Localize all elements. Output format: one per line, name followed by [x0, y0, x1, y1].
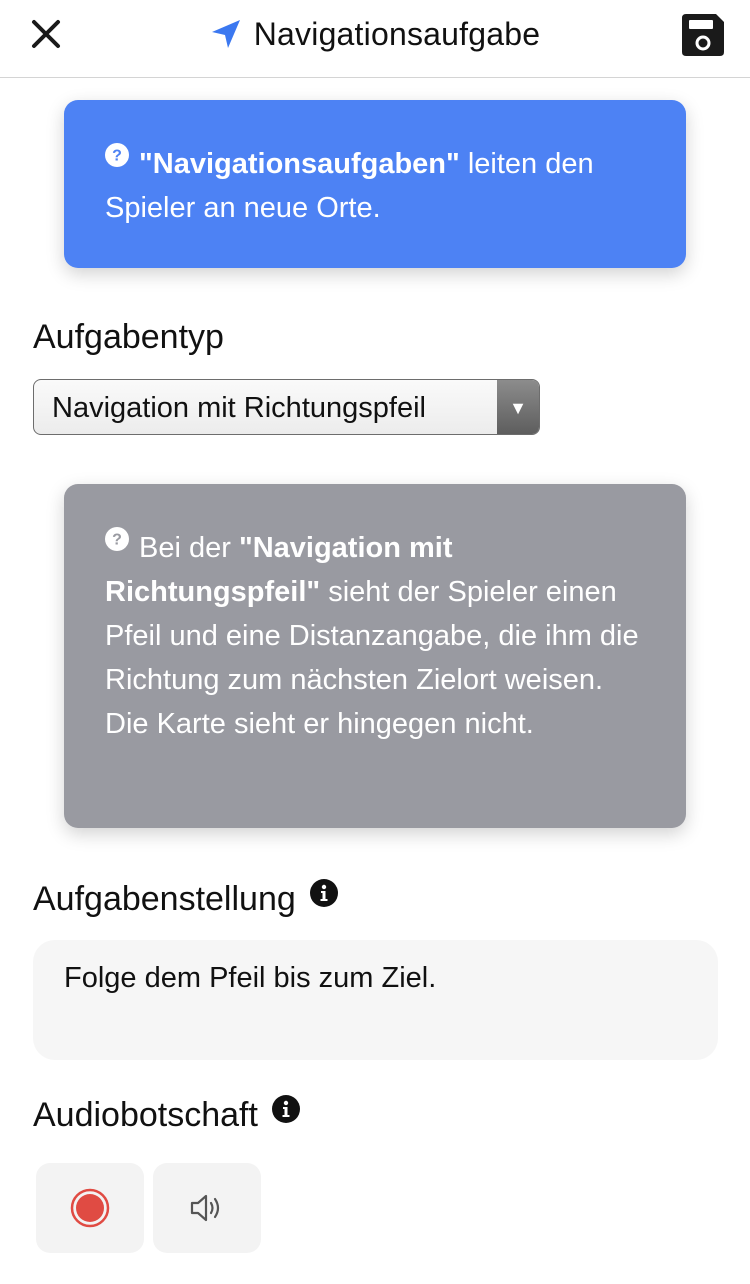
info-highlight: "Navigationsaufgaben"	[139, 148, 460, 180]
task-statement-label: Aufgabenstellung	[33, 878, 338, 919]
type-info-lead: Bei der	[139, 532, 239, 564]
task-statement-input[interactable]: Folge dem Pfeil bis zum Ziel.	[33, 940, 718, 1060]
speaker-icon	[190, 1194, 220, 1222]
title-group: Navigationsaufgabe	[0, 12, 750, 56]
task-type-select[interactable]: Navigation mit Richtungspfeil ▼	[33, 379, 540, 435]
play-audio-button[interactable]	[153, 1163, 261, 1253]
location-arrow-icon	[210, 18, 242, 50]
task-statement-label-text: Aufgabenstellung	[33, 880, 296, 918]
task-type-label-text: Aufgabentyp	[33, 318, 224, 356]
task-type-label: Aufgabentyp	[33, 318, 224, 357]
save-button[interactable]	[680, 12, 726, 58]
record-icon	[70, 1188, 110, 1228]
record-button[interactable]	[36, 1163, 144, 1253]
top-bar: Navigationsaufgabe	[0, 0, 750, 78]
audio-message-label-text: Audiobotschaft	[33, 1096, 258, 1134]
info-icon[interactable]	[309, 878, 338, 907]
question-circle-icon: ?	[105, 143, 129, 167]
svg-text:?: ?	[112, 148, 122, 165]
audio-message-label: Audiobotschaft	[33, 1094, 300, 1135]
dropdown-arrow-icon: ▼	[497, 380, 539, 434]
task-type-selected-value: Navigation mit Richtungspfeil	[52, 392, 426, 424]
question-circle-icon: ?	[105, 527, 129, 551]
save-floppy-icon	[682, 14, 724, 56]
navigation-tasks-info: ? "Navigationsaufgaben" leiten den Spiel…	[64, 100, 686, 268]
svg-text:?: ?	[112, 532, 122, 549]
page-title: Navigationsaufgabe	[253, 15, 541, 52]
task-type-info: ? Bei der "Navigation mit Richtungspfeil…	[64, 484, 686, 828]
info-icon[interactable]	[271, 1094, 300, 1123]
